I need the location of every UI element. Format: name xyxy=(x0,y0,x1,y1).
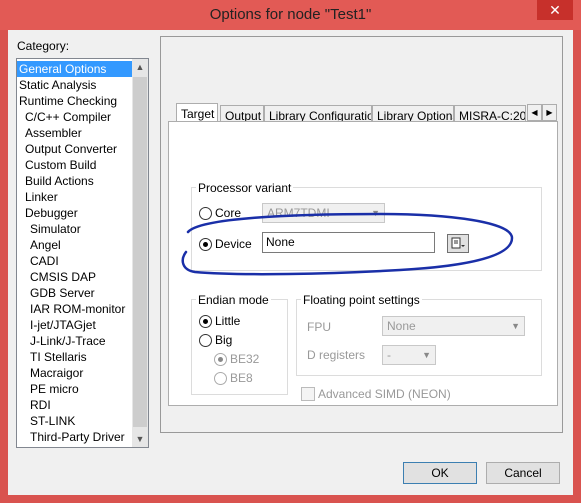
be32-label: BE32 xyxy=(230,352,260,366)
core-select-value: ARM7TDMI xyxy=(267,206,330,220)
be32-radio[interactable] xyxy=(214,353,227,366)
processor-variant-label: Processor variant xyxy=(196,181,294,195)
category-list[interactable]: General Options Static Analysis Runtime … xyxy=(16,58,149,448)
category-item-macraigor[interactable]: Macraigor xyxy=(17,365,132,381)
scroll-thumb[interactable] xyxy=(133,77,147,427)
device-radio[interactable] xyxy=(199,238,212,251)
d-registers-select[interactable]: - ▼ xyxy=(382,345,436,365)
core-label: Core xyxy=(215,206,242,220)
chevron-down-icon: ▼ xyxy=(511,321,520,331)
processor-variant-group xyxy=(191,187,542,271)
ok-button[interactable]: OK xyxy=(403,462,477,484)
core-radio[interactable] xyxy=(199,207,212,220)
category-item-third-party-driver[interactable]: Third-Party Driver xyxy=(17,429,132,445)
browse-icon xyxy=(451,237,465,249)
category-item-simulator[interactable]: Simulator xyxy=(17,221,132,237)
tab-scroll-right-icon[interactable]: ▶ xyxy=(542,104,557,121)
floating-point-label: Floating point settings xyxy=(301,293,422,307)
cancel-button[interactable]: Cancel xyxy=(486,462,560,484)
category-item-cmsis-dap[interactable]: CMSIS DAP xyxy=(17,269,132,285)
tab-scroll-left-icon[interactable]: ◀ xyxy=(527,104,542,121)
chevron-down-icon: ▼ xyxy=(371,208,380,218)
device-input[interactable]: None xyxy=(262,232,435,253)
big-endian-radio[interactable] xyxy=(199,334,212,347)
core-select[interactable]: ARM7TDMI ▼ xyxy=(262,203,385,223)
be8-radio[interactable] xyxy=(214,372,227,385)
scroll-up-icon[interactable]: ▲ xyxy=(132,59,148,75)
category-item-c-compiler[interactable]: C/C++ Compiler xyxy=(17,109,132,125)
category-item-assembler[interactable]: Assembler xyxy=(17,125,132,141)
neon-label: Advanced SIMD (NEON) xyxy=(318,387,451,401)
category-item-st-link[interactable]: ST-LINK xyxy=(17,413,132,429)
window-title: Options for node "Test1" xyxy=(209,6,372,23)
category-item-custom-build[interactable]: Custom Build xyxy=(17,157,132,173)
category-item-cadi[interactable]: CADI xyxy=(17,253,132,269)
category-item-static-analysis[interactable]: Static Analysis xyxy=(17,77,132,93)
be8-label: BE8 xyxy=(230,371,253,385)
category-item-output-converter[interactable]: Output Converter xyxy=(17,141,132,157)
category-item-general-options[interactable]: General Options xyxy=(17,61,132,77)
category-item-ti-stellaris[interactable]: TI Stellaris xyxy=(17,349,132,365)
d-registers-select-value: - xyxy=(387,348,391,362)
chevron-down-icon: ▼ xyxy=(422,350,431,360)
scroll-down-icon[interactable]: ▼ xyxy=(132,431,148,447)
neon-checkbox[interactable] xyxy=(301,387,315,401)
category-item-rdi[interactable]: RDI xyxy=(17,397,132,413)
fpu-select-value: None xyxy=(387,319,416,333)
category-label: Category: xyxy=(17,39,70,53)
category-item-gdb-server[interactable]: GDB Server xyxy=(17,285,132,301)
little-endian-label: Little xyxy=(215,314,241,328)
endian-mode-label: Endian mode xyxy=(196,293,271,307)
big-endian-label: Big xyxy=(215,333,233,347)
category-item-linker[interactable]: Linker xyxy=(17,189,132,205)
device-label: Device xyxy=(215,237,252,251)
category-item-iar-rom-monitor[interactable]: IAR ROM-monitor xyxy=(17,301,132,317)
little-endian-radio[interactable] xyxy=(199,315,212,328)
category-scrollbar[interactable]: ▲ ▼ xyxy=(132,59,148,447)
category-item-runtime-checking[interactable]: Runtime Checking xyxy=(17,93,132,109)
d-registers-label: D registers xyxy=(307,348,366,362)
close-button[interactable]: ✕ xyxy=(537,0,573,20)
category-item-debugger[interactable]: Debugger xyxy=(17,205,132,221)
title-bar: Options for node "Test1" ✕ xyxy=(0,0,581,30)
fpu-label: FPU xyxy=(307,320,331,334)
category-item-jlink-jtrace[interactable]: J-Link/J-Trace xyxy=(17,333,132,349)
category-item-ijet-jtagjet[interactable]: I-jet/JTAGjet xyxy=(17,317,132,333)
category-item-pe-micro[interactable]: PE micro xyxy=(17,381,132,397)
category-item-build-actions[interactable]: Build Actions xyxy=(17,173,132,189)
fpu-select[interactable]: None ▼ xyxy=(382,316,525,336)
device-browse-button[interactable] xyxy=(447,234,469,253)
category-item-angel[interactable]: Angel xyxy=(17,237,132,253)
